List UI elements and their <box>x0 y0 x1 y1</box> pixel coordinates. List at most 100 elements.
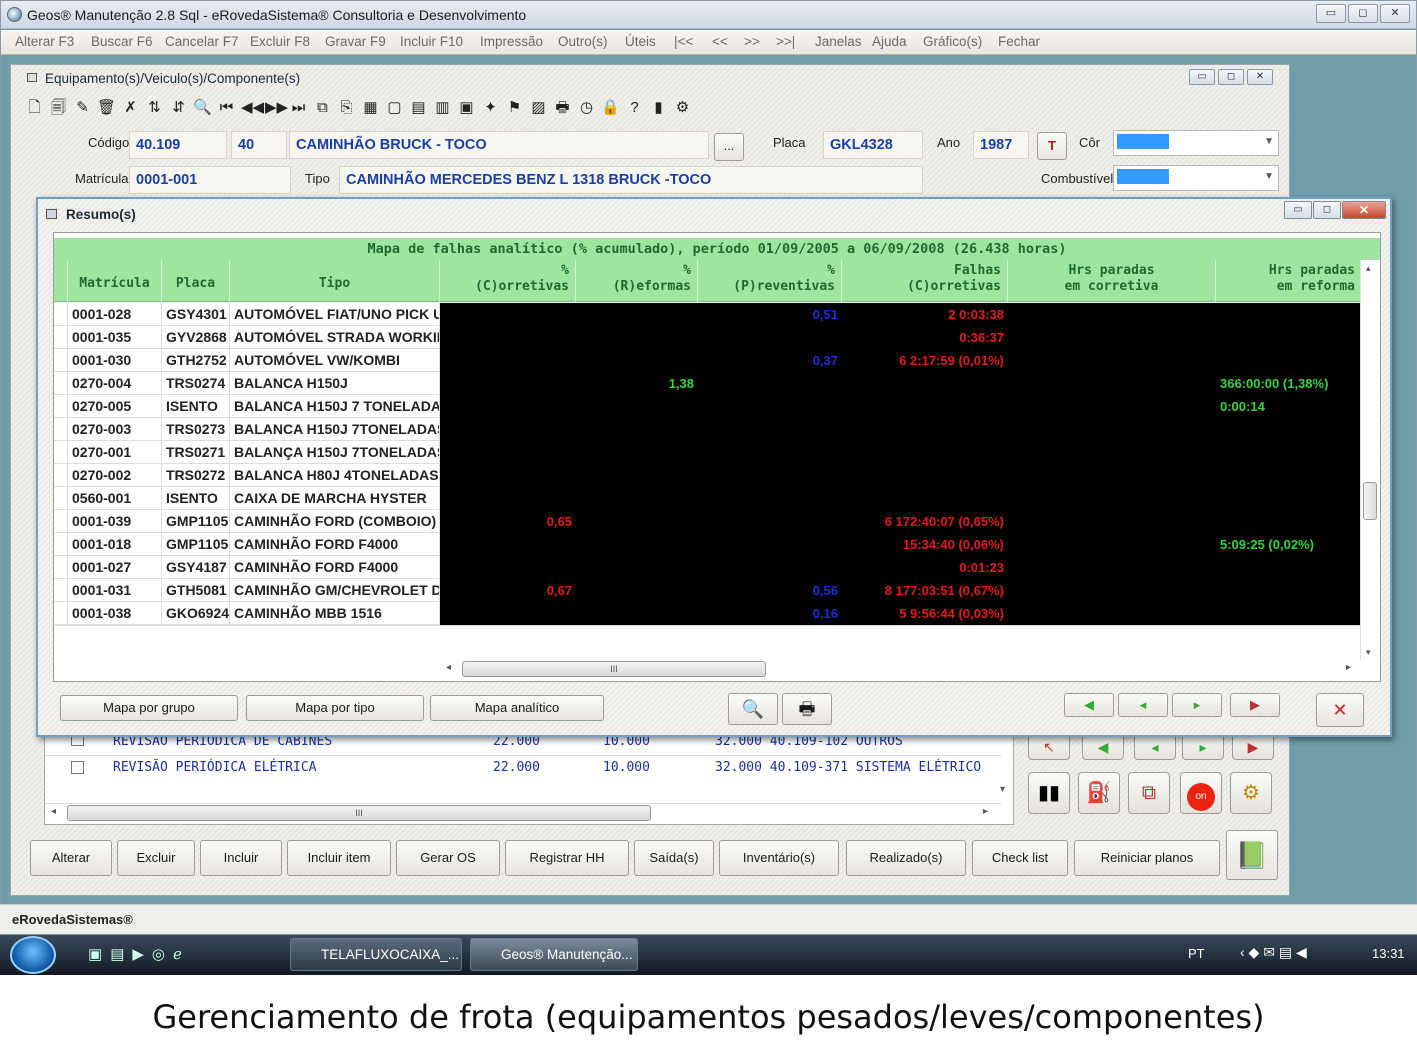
table-row[interactable]: 0270-004 TRS0274 BALANCA H150J 1,38 366:00:0… <box>54 372 1360 395</box>
row-checkbox[interactable] <box>71 761 84 774</box>
tools-icon[interactable]: ⚙ <box>673 98 692 117</box>
row-indicator[interactable] <box>54 349 68 372</box>
menu-outros[interactable]: Outro(s) <box>558 34 608 49</box>
menu-alterar[interactable]: Alterar F3 <box>15 34 74 49</box>
header-tipo[interactable]: Tipo <box>230 260 440 302</box>
scroll-down-icon[interactable]: ▾ <box>1366 647 1371 658</box>
menu-first[interactable]: |<< <box>674 34 693 49</box>
scroll-right-icon[interactable]: ▸ <box>1346 662 1351 673</box>
last-icon-button[interactable]: ▶ <box>1232 734 1274 760</box>
mapa-por-tipo-button[interactable]: Mapa por tipo <box>246 695 424 721</box>
header-hrs-corretiva[interactable]: Hrs paradas em corretiva <box>1008 260 1216 302</box>
chrome-icon[interactable]: ◎ <box>152 945 165 963</box>
maximize-button[interactable]: ◻ <box>1348 4 1378 23</box>
menu-excluir[interactable]: Excluir F8 <box>250 34 310 49</box>
help-icon[interactable]: ? <box>625 98 644 117</box>
header-placa[interactable]: Placa <box>162 260 230 302</box>
last-record-icon[interactable]: ▶ <box>1230 693 1280 717</box>
table-row[interactable]: 0270-003 TRS0273 BALANCA H150J 7TONELADAS <box>54 418 1360 441</box>
incluir-button[interactable]: Incluir <box>200 840 282 876</box>
table-row[interactable]: 0001-038 GKO6924 CAMINHÃO MBB 1516 0,16 5 9:… <box>54 602 1360 625</box>
square-icon[interactable]: ▢ <box>385 98 404 117</box>
prev-record-icon[interactable]: ◂ <box>1118 693 1168 717</box>
mapa-analitico-button[interactable]: Mapa analítico <box>430 695 604 721</box>
mapa-por-grupo-button[interactable]: Mapa por grupo <box>60 695 238 721</box>
descricao-field[interactable]: CAMINHÃO BRUCK - TOCO <box>289 131 709 159</box>
row-indicator[interactable] <box>54 579 68 602</box>
start-button[interactable] <box>10 936 56 974</box>
combustivel-select[interactable]: ▼ <box>1113 165 1279 191</box>
row-indicator[interactable] <box>54 464 68 487</box>
gerar-os-button[interactable]: Gerar OS <box>396 840 500 876</box>
scroll-left-icon[interactable]: ◂ <box>446 662 451 673</box>
close-button[interactable]: ✕ <box>1380 4 1410 23</box>
row-indicator[interactable] <box>54 395 68 418</box>
tipo-field[interactable]: CAMINHÃO MERCEDES BENZ L 1318 BRUCK -TOC… <box>339 166 923 194</box>
menu-incluir[interactable]: Incluir F10 <box>400 34 463 49</box>
scroll-thumb[interactable]: III <box>462 661 766 677</box>
row-indicator[interactable] <box>54 487 68 510</box>
table-row[interactable]: 0270-005 ISENTO BALANCA H150J 7 TONELADAS 0… <box>54 395 1360 418</box>
copy-icon[interactable]: ⧉ <box>313 98 332 117</box>
dialog-maximize-button[interactable]: ◻ <box>1313 201 1341 219</box>
reiniciar-planos-button[interactable]: Reiniciar planos <box>1074 840 1220 876</box>
table-row[interactable]: 0001-027 GSY4187 CAMINHÃO FORD F4000 0:01:2… <box>54 556 1360 579</box>
menu-impressao[interactable]: Impressão <box>480 34 543 49</box>
table-row[interactable]: 0560-001 ISENTO CAIXA DE MARCHA HYSTER <box>54 487 1360 510</box>
desktop-icon[interactable]: ▣ <box>88 945 102 963</box>
fuel-pump-icon[interactable]: ⛽ <box>1078 772 1120 814</box>
saidas-button[interactable]: Saída(s) <box>634 840 714 876</box>
menu-uteis[interactable]: Úteis <box>625 34 656 49</box>
registrar-hh-button[interactable]: Registrar HH <box>505 840 629 876</box>
task-telafluxocaixa[interactable]: TELAFLUXOCAIXA_... <box>290 938 462 971</box>
sort-za-icon[interactable]: ⇵ <box>169 98 188 117</box>
chart-small-icon[interactable]: ⚑ <box>505 98 524 117</box>
language-indicator[interactable]: PT <box>1188 946 1205 961</box>
excluir-button[interactable]: Excluir <box>117 840 195 876</box>
menu-next[interactable]: >> <box>744 34 760 49</box>
table-row[interactable]: 0001-035 GYV2868 AUTOMÓVEL STRADA WORKING 0… <box>54 326 1360 349</box>
clock-icon[interactable]: ◷ <box>577 98 596 117</box>
zoom-icon[interactable]: 🔍 <box>728 693 778 725</box>
check-list-button[interactable]: Check list <box>972 840 1068 876</box>
edit-icon[interactable]: ✎ <box>73 98 92 117</box>
alterar-button[interactable]: Alterar <box>30 840 112 876</box>
scroll-down-icon[interactable]: ▾ <box>1000 784 1005 795</box>
child-maximize-button[interactable]: ◻ <box>1218 69 1244 85</box>
grid-icon[interactable]: ▦ <box>361 98 380 117</box>
vertical-scrollbar[interactable]: ▴ ▾ <box>1360 260 1380 660</box>
cor-select[interactable]: ▼ <box>1113 130 1279 156</box>
row-indicator[interactable] <box>54 326 68 349</box>
row-indicator[interactable] <box>54 418 68 441</box>
incluir-item-button[interactable]: Incluir item <box>287 840 391 876</box>
ie-icon[interactable]: ℯ <box>173 945 182 963</box>
next-icon-button[interactable]: ▸ <box>1182 734 1224 760</box>
star-icon[interactable]: ✦ <box>481 98 500 117</box>
task-geos[interactable]: Geos® Manutenção... <box>470 938 638 971</box>
table-row[interactable]: 0001-018 GMP1105 CAMINHÃO FORD F4000 15:34:… <box>54 533 1360 556</box>
matricula-field[interactable]: 0001-001 <box>129 166 291 194</box>
gear-icon[interactable]: ⚙ <box>1230 772 1272 814</box>
prev-icon[interactable]: ◀◀ <box>241 98 264 117</box>
row-indicator[interactable] <box>54 510 68 533</box>
row-indicator[interactable] <box>54 556 68 579</box>
next-record-icon[interactable]: ▸ <box>1172 693 1222 717</box>
menu-ajuda[interactable]: Ajuda <box>872 34 907 49</box>
clock[interactable]: 13:31 <box>1372 946 1405 961</box>
table-row[interactable]: 0270-001 TRS0271 BALANÇA H150J 7TONELADAS <box>54 441 1360 464</box>
menu-prev[interactable]: << <box>712 34 728 49</box>
checklist-book-icon[interactable]: 📗 <box>1226 830 1278 880</box>
codigo-field[interactable]: 40.109 <box>129 131 227 159</box>
minimize-button[interactable]: ▭ <box>1316 4 1346 23</box>
bar-chart-icon[interactable]: ▮ <box>649 98 668 117</box>
report-icon[interactable]: ▣ <box>457 98 476 117</box>
table-row[interactable]: 0001-030 GTH2752 AUTOMÓVEL VW/KOMBI 0,37 6 2… <box>54 349 1360 372</box>
row-indicator[interactable] <box>54 602 68 625</box>
translate-icon[interactable]: T <box>1037 132 1067 160</box>
lock-icon[interactable]: 🔒 <box>601 98 620 117</box>
menu-last[interactable]: >>| <box>776 34 795 49</box>
explorer-icon[interactable]: ▤ <box>110 945 124 963</box>
codigo2-field[interactable]: 40 <box>231 131 287 159</box>
print-icon[interactable]: 🖶 <box>782 693 832 725</box>
header-preventivas[interactable]: % (P)reventivas <box>698 260 842 302</box>
